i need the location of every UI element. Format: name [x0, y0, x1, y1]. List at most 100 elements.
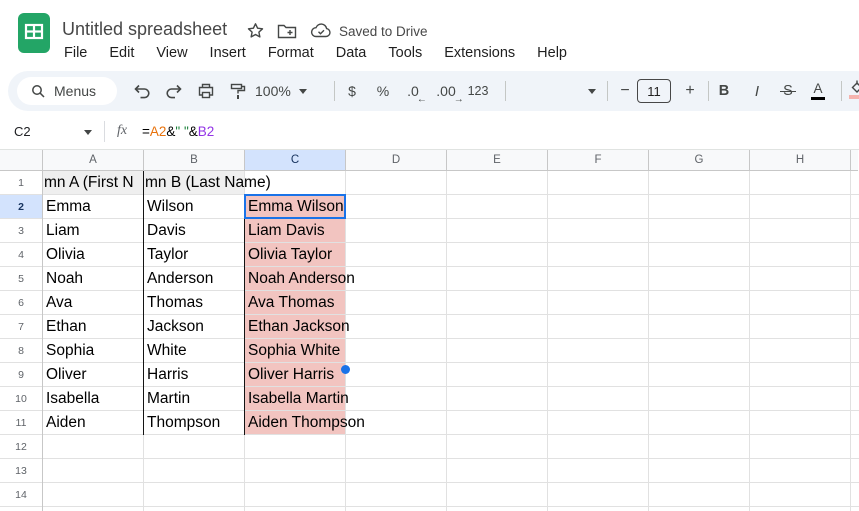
redo-button[interactable]	[162, 79, 186, 103]
format-percent-button[interactable]: %	[371, 79, 395, 103]
cell-C11[interactable]: Aiden Thompson	[248, 411, 365, 435]
chevron-down-icon[interactable]	[84, 130, 92, 135]
column-header-d[interactable]: D	[346, 150, 447, 171]
cell-B3[interactable]: Davis	[147, 219, 220, 243]
column-header-c[interactable]: C	[245, 150, 346, 171]
zoom-select[interactable]: 100%	[255, 79, 307, 103]
menu-edit[interactable]: Edit	[98, 44, 145, 63]
font-family-select[interactable]	[520, 79, 596, 103]
row-header-9[interactable]: 9	[0, 363, 42, 387]
document-title[interactable]: Untitled spreadsheet	[62, 19, 227, 40]
cell-B2[interactable]: Wilson	[147, 195, 220, 219]
chevron-down-icon	[299, 89, 307, 94]
row-header-2[interactable]: 2	[0, 195, 42, 219]
print-icon	[197, 82, 215, 100]
print-button[interactable]	[194, 79, 218, 103]
document-status-button[interactable]	[310, 22, 332, 40]
menu-help[interactable]: Help	[526, 44, 578, 63]
cell-A11[interactable]: Aiden	[46, 411, 99, 435]
cell-A2[interactable]: Emma	[46, 195, 99, 219]
cell-C6[interactable]: Ava Thomas	[248, 291, 365, 315]
row-header-13[interactable]: 13	[0, 459, 42, 483]
sheets-logo-icon[interactable]	[17, 12, 51, 54]
cell-B10[interactable]: Martin	[147, 387, 220, 411]
column-header-e[interactable]: E	[447, 150, 548, 171]
cell-B9[interactable]: Harris	[147, 363, 220, 387]
menu-file[interactable]: File	[53, 44, 98, 63]
more-formats-button[interactable]: 123	[466, 79, 490, 103]
row-header-14[interactable]: 14	[0, 483, 42, 507]
cell-A7[interactable]: Ethan	[46, 315, 99, 339]
cell-B6[interactable]: Thomas	[147, 291, 220, 315]
cell-B4[interactable]: Taylor	[147, 243, 220, 267]
text-color-button[interactable]: A	[806, 79, 830, 103]
chevron-down-icon	[588, 89, 596, 94]
menu-tools[interactable]: Tools	[377, 44, 433, 63]
decrease-decimal-button[interactable]: .0←	[401, 79, 425, 103]
star-button[interactable]	[244, 22, 266, 40]
menu-data[interactable]: Data	[325, 44, 378, 63]
cell-b1-wrap: mn B (Last Name)	[145, 171, 271, 195]
name-box[interactable]: C2	[14, 124, 31, 139]
row-header-7[interactable]: 7	[0, 315, 42, 339]
row-header-1[interactable]: 1	[0, 171, 42, 195]
row-header-3[interactable]: 3	[0, 219, 42, 243]
fill-handle[interactable]	[341, 365, 350, 374]
row-header-12[interactable]: 12	[0, 435, 42, 459]
font-size-input[interactable]: 11	[637, 79, 671, 103]
cell-A5[interactable]: Noah	[46, 267, 99, 291]
column-header-h[interactable]: H	[750, 150, 851, 171]
move-to-folder-button[interactable]	[276, 22, 298, 40]
row-header-10[interactable]: 10	[0, 387, 42, 411]
column-header-b[interactable]: B	[144, 150, 245, 171]
undo-button[interactable]	[130, 79, 154, 103]
select-all-corner[interactable]	[0, 150, 43, 171]
cell-B11[interactable]: Thompson	[147, 411, 220, 435]
decrease-font-size-button[interactable]: −	[613, 79, 637, 103]
row-header-11[interactable]: 11	[0, 411, 42, 435]
bold-button[interactable]: B	[712, 79, 736, 103]
column-header-f[interactable]: F	[548, 150, 649, 171]
cell-B7[interactable]: Jackson	[147, 315, 220, 339]
strikethrough-button[interactable]: S	[776, 79, 800, 103]
column-b-cells: Wilson Davis Taylor Anderson Thomas Jack…	[147, 195, 220, 435]
column-header-g[interactable]: G	[649, 150, 750, 171]
cell-A10[interactable]: Isabella	[46, 387, 99, 411]
row-header-15[interactable]: 15	[0, 507, 42, 511]
row-header-6[interactable]: 6	[0, 291, 42, 315]
column-header-a[interactable]: A	[43, 150, 144, 171]
formula-input[interactable]: =A2&" "&B2	[142, 124, 214, 139]
cell-A4[interactable]: Olivia	[46, 243, 99, 267]
strikethrough-glyph: S	[783, 83, 793, 99]
row-header-8[interactable]: 8	[0, 339, 42, 363]
cell-A6[interactable]: Ava	[46, 291, 99, 315]
column-c-cells: Emma Wilson Liam Davis Olivia Taylor Noa…	[248, 195, 365, 435]
cell-B1[interactable]: mn B (Last Name)	[145, 171, 271, 195]
menu-view[interactable]: View	[145, 44, 198, 63]
menu-extensions[interactable]: Extensions	[433, 44, 526, 63]
cell-B5[interactable]: Anderson	[147, 267, 220, 291]
cell-C7[interactable]: Ethan Jackson	[248, 315, 365, 339]
cell-B8[interactable]: White	[147, 339, 220, 363]
format-currency-button[interactable]: $	[340, 79, 364, 103]
cell-C5[interactable]: Noah Anderson	[248, 267, 365, 291]
cell-A8[interactable]: Sophia	[46, 339, 99, 363]
paint-format-button[interactable]	[226, 79, 250, 103]
cell-A3[interactable]: Liam	[46, 219, 99, 243]
cell-C4[interactable]: Olivia Taylor	[248, 243, 365, 267]
menu-format[interactable]: Format	[257, 44, 325, 63]
row-header-5[interactable]: 5	[0, 267, 42, 291]
cell-A1[interactable]: mn A (First N	[44, 171, 143, 195]
cell-A9[interactable]: Oliver	[46, 363, 99, 387]
italic-button[interactable]: I	[745, 79, 769, 103]
cell-C3[interactable]: Liam Davis	[248, 219, 365, 243]
increase-decimal-button[interactable]: .00→	[434, 79, 458, 103]
increase-font-size-button[interactable]: +	[678, 79, 702, 103]
cell-C10[interactable]: Isabella Martin	[248, 387, 365, 411]
row-header-4[interactable]: 4	[0, 243, 42, 267]
menu-insert[interactable]: Insert	[199, 44, 257, 63]
fill-color-button[interactable]	[849, 80, 859, 99]
cell-C8[interactable]: Sophia White	[248, 339, 365, 363]
toolbar-divider	[505, 81, 506, 101]
search-menus-button[interactable]: Menus	[17, 77, 117, 105]
